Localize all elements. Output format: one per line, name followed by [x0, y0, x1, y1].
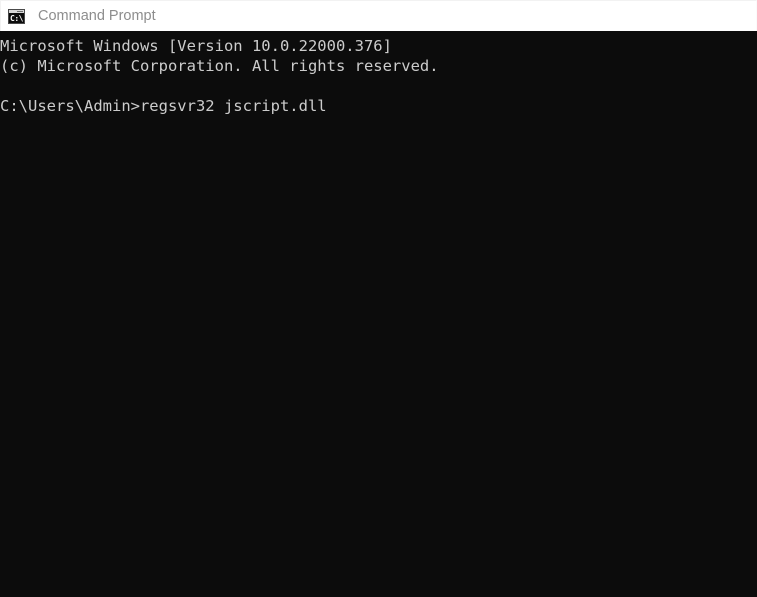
icon-prompt-glyph: C:\: [10, 13, 23, 23]
terminal-line: (c) Microsoft Corporation. All rights re…: [0, 57, 439, 75]
title-bar[interactable]: C:\ Command Prompt: [0, 0, 757, 31]
terminal-line: Microsoft Windows [Version 10.0.22000.37…: [0, 37, 392, 55]
terminal-line: C:\Users\Admin>regsvr32 jscript.dll: [0, 97, 327, 115]
terminal-output[interactable]: Microsoft Windows [Version 10.0.22000.37…: [0, 31, 757, 597]
command-prompt-icon[interactable]: C:\: [8, 8, 25, 24]
window-title: Command Prompt: [38, 8, 156, 24]
command-prompt-window: C:\ Command Prompt Microsoft Windows [Ve…: [0, 0, 757, 597]
